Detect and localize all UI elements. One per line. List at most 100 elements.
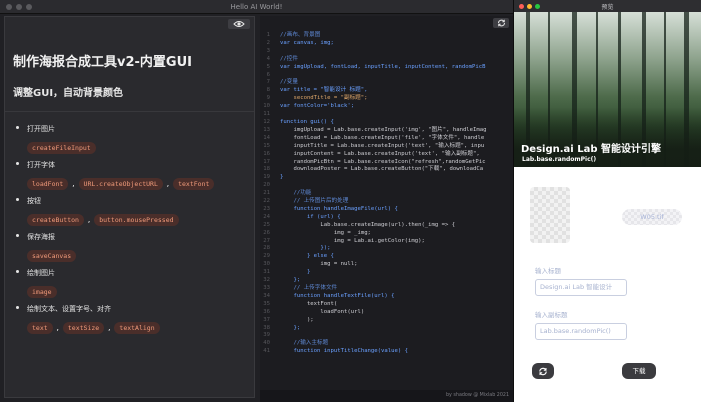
preview-window: 预览 Design.ai Lab 智能设计引擎 Lab.base.randomP… — [513, 0, 701, 402]
code-line: 41 function inputTitleChange(value) { — [260, 348, 513, 356]
api-tag: textAlign — [114, 322, 160, 334]
code-text: } — [280, 269, 311, 276]
api-tag: URL.createObjectURL — [78, 178, 163, 190]
api-tags: saveCanvas — [27, 250, 254, 262]
code-line: 25 Lab.base.createImage(url).then(_img =… — [260, 222, 513, 230]
download-button[interactable]: 下载 — [622, 363, 656, 379]
feature-item: 打开字体 loadFont, URL.createObjectURL, textFon… — [16, 160, 254, 190]
line-number: 37 — [263, 316, 270, 323]
title-input[interactable]: Design.ai Lab 智能设计 — [535, 279, 627, 296]
tag-separator: , — [71, 180, 76, 188]
code-line: 11 — [260, 111, 513, 119]
line-number: 11 — [263, 111, 270, 118]
api-tag: textFont — [173, 178, 215, 190]
line-number: 13 — [263, 126, 270, 133]
image-upload-input[interactable] — [530, 187, 570, 243]
tag-separator: , — [86, 216, 92, 224]
code-line: 26 img = _img; — [260, 230, 513, 238]
doc-toolbar — [5, 17, 254, 31]
code-text: function gui() { — [280, 118, 334, 125]
feature-label: 打开图片 — [27, 125, 55, 133]
api-tags: createFileInput — [27, 142, 254, 154]
line-number: 28 — [263, 245, 270, 252]
api-tag: createButton — [27, 214, 84, 226]
api-tags: loadFont, URL.createObjectURL, textFont — [27, 178, 254, 190]
code-line: 3 — [260, 48, 513, 56]
code-text: }; — [280, 277, 301, 284]
code-text: inputTitle = Lab.base.createInput('text'… — [280, 142, 485, 149]
feature-label: 打开字体 — [27, 161, 55, 169]
font-file-input[interactable]: W05.tif — [622, 209, 682, 225]
code-line: 36 loadFont(url) — [260, 309, 513, 317]
run-button[interactable] — [493, 18, 509, 28]
line-number: 17 — [263, 158, 270, 165]
api-tag: text — [27, 322, 53, 334]
code-line: 9 secondTitle = "副标题"; — [260, 95, 513, 103]
feature-label: 保存海报 — [27, 233, 55, 241]
doc-divider — [5, 111, 254, 112]
api-tags: image — [27, 286, 254, 298]
code-line: 40 //输入主标题 — [260, 340, 513, 348]
code-text: Lab.base.createImage(url).then(_img => { — [280, 221, 456, 228]
code-text: //画布、背景图 — [280, 32, 321, 38]
line-number: 29 — [263, 253, 270, 260]
line-number: 14 — [263, 134, 270, 141]
feature-label: 按钮 — [27, 197, 41, 205]
line-number: 25 — [263, 221, 270, 228]
code-text: loadFont(url) — [280, 308, 365, 315]
line-number: 23 — [263, 205, 270, 212]
preview-titlebar: 预览 — [514, 0, 701, 12]
line-number: 7 — [266, 79, 270, 86]
title-label: 输入标题 — [535, 267, 561, 275]
toggle-view-button[interactable] — [228, 19, 250, 29]
refresh-icon — [497, 19, 505, 27]
api-tag: image — [27, 286, 57, 298]
code-text: img = Lab.ai.getColor(img); — [280, 237, 425, 244]
code-line: 21 //功能 — [260, 190, 513, 198]
code-line: 19} — [260, 174, 513, 182]
code-line: 23 function handleImageFile(url) { — [260, 206, 513, 214]
line-number: 1 — [266, 32, 270, 38]
poster-image: Design.ai Lab 智能设计引擎 Lab.base.randomPic(… — [514, 12, 701, 167]
line-number: 3 — [266, 47, 270, 54]
subtitle-input[interactable]: Lab.base.randomPic() — [535, 323, 627, 340]
line-number: 12 — [263, 118, 270, 125]
code-lines: 1 //画布、背景图 2 var canvas, img; 3 4 //控件 5 var img… — [260, 30, 513, 356]
main-titlebar: Hello AI World! — [0, 0, 513, 14]
code-text: //控件 — [280, 55, 298, 62]
code-line: 10 var fontColor='black'; — [260, 103, 513, 111]
line-number: 10 — [263, 103, 270, 110]
api-tag: button.mousePressed — [94, 214, 179, 226]
code-line: 24 if (url) { — [260, 214, 513, 222]
refresh-icon — [539, 367, 547, 375]
code-editor[interactable]: 1 //画布、背景图 2 var canvas, img; 3 4 //控件 5 var img… — [260, 16, 513, 390]
code-line: 30 img = null; — [260, 261, 513, 269]
code-text: function handleTextFile(url) { — [280, 292, 395, 299]
line-number: 40 — [263, 340, 270, 347]
feature-item: 绘制文本、设置字号、对齐 text, textSize, textAlign — [16, 304, 254, 334]
code-text: textFont( — [280, 300, 338, 307]
code-line: 28 }); — [260, 245, 513, 253]
credits-footer: by shadow @ Mixlab 2021 — [260, 390, 513, 402]
code-line: 4 //控件 — [260, 56, 513, 64]
code-text: var canvas, img; — [280, 39, 334, 46]
code-text: fontLoad = Lab.base.createInput('file', … — [280, 134, 485, 141]
line-number: 38 — [263, 324, 270, 331]
code-text: downloadPoster = Lab.base.createButton("… — [280, 166, 484, 173]
code-line: 31 } — [260, 269, 513, 277]
eye-icon — [233, 21, 245, 27]
code-line: 33 // 上传字体文件 — [260, 285, 513, 293]
main-window-title: Hello AI World! — [230, 2, 283, 11]
doc-panel: 制作海报合成工具v2-内置GUI 调整GUI，自动背景颜色 打开图片 create… — [4, 16, 255, 398]
code-line: 16 inputContent = Lab.base.createInput('… — [260, 151, 513, 159]
code-text: function inputTitleChange(value) { — [280, 348, 408, 355]
random-pic-button[interactable] — [532, 363, 554, 379]
feature-item: 保存海报 saveCanvas — [16, 232, 254, 262]
feature-label: 绘制文本、设置字号、对齐 — [27, 305, 111, 313]
code-text: } — [280, 174, 284, 181]
line-number: 36 — [263, 308, 270, 315]
preview-window-title: 预览 — [601, 3, 614, 11]
poster-subtitle: Lab.base.randomPic() — [522, 156, 597, 163]
line-number: 35 — [263, 300, 270, 307]
code-text: }); — [280, 245, 331, 252]
